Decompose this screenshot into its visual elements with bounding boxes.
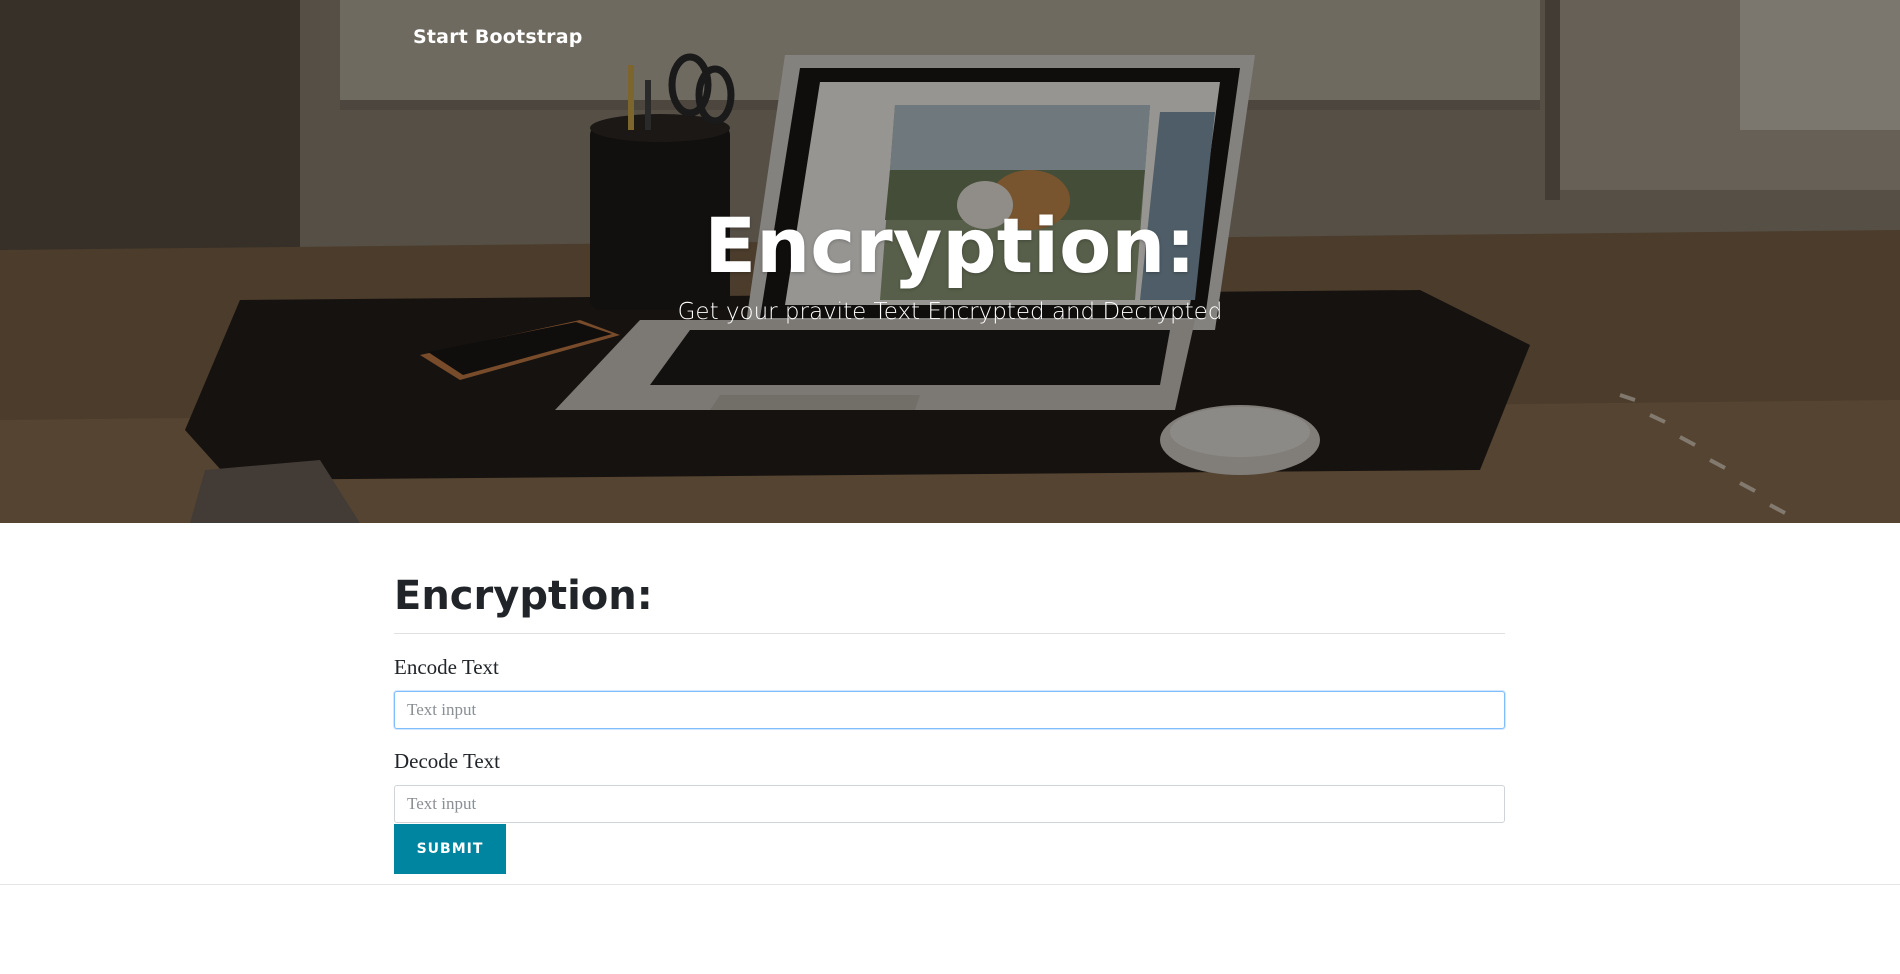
hero-header: Start Bootstrap Encryption: Get your pra…	[0, 0, 1900, 523]
decode-text-input[interactable]	[394, 785, 1505, 823]
hero-subheading: Get your pravite Text Encrypted and Decr…	[677, 299, 1223, 325]
encryption-form-section: Encryption: Encode Text Decode Text SUBM…	[394, 523, 1505, 874]
navbar-brand[interactable]: Start Bootstrap	[413, 26, 583, 48]
decode-text-label: Decode Text	[394, 749, 501, 773]
encode-text-input[interactable]	[394, 691, 1505, 729]
form-title: Encryption:	[394, 573, 653, 619]
submit-button[interactable]: SUBMIT	[394, 824, 506, 874]
title-divider	[394, 633, 1505, 634]
hero-heading: Encryption:	[704, 201, 1196, 290]
encode-text-label: Encode Text	[394, 655, 499, 679]
page-divider	[0, 884, 1900, 885]
